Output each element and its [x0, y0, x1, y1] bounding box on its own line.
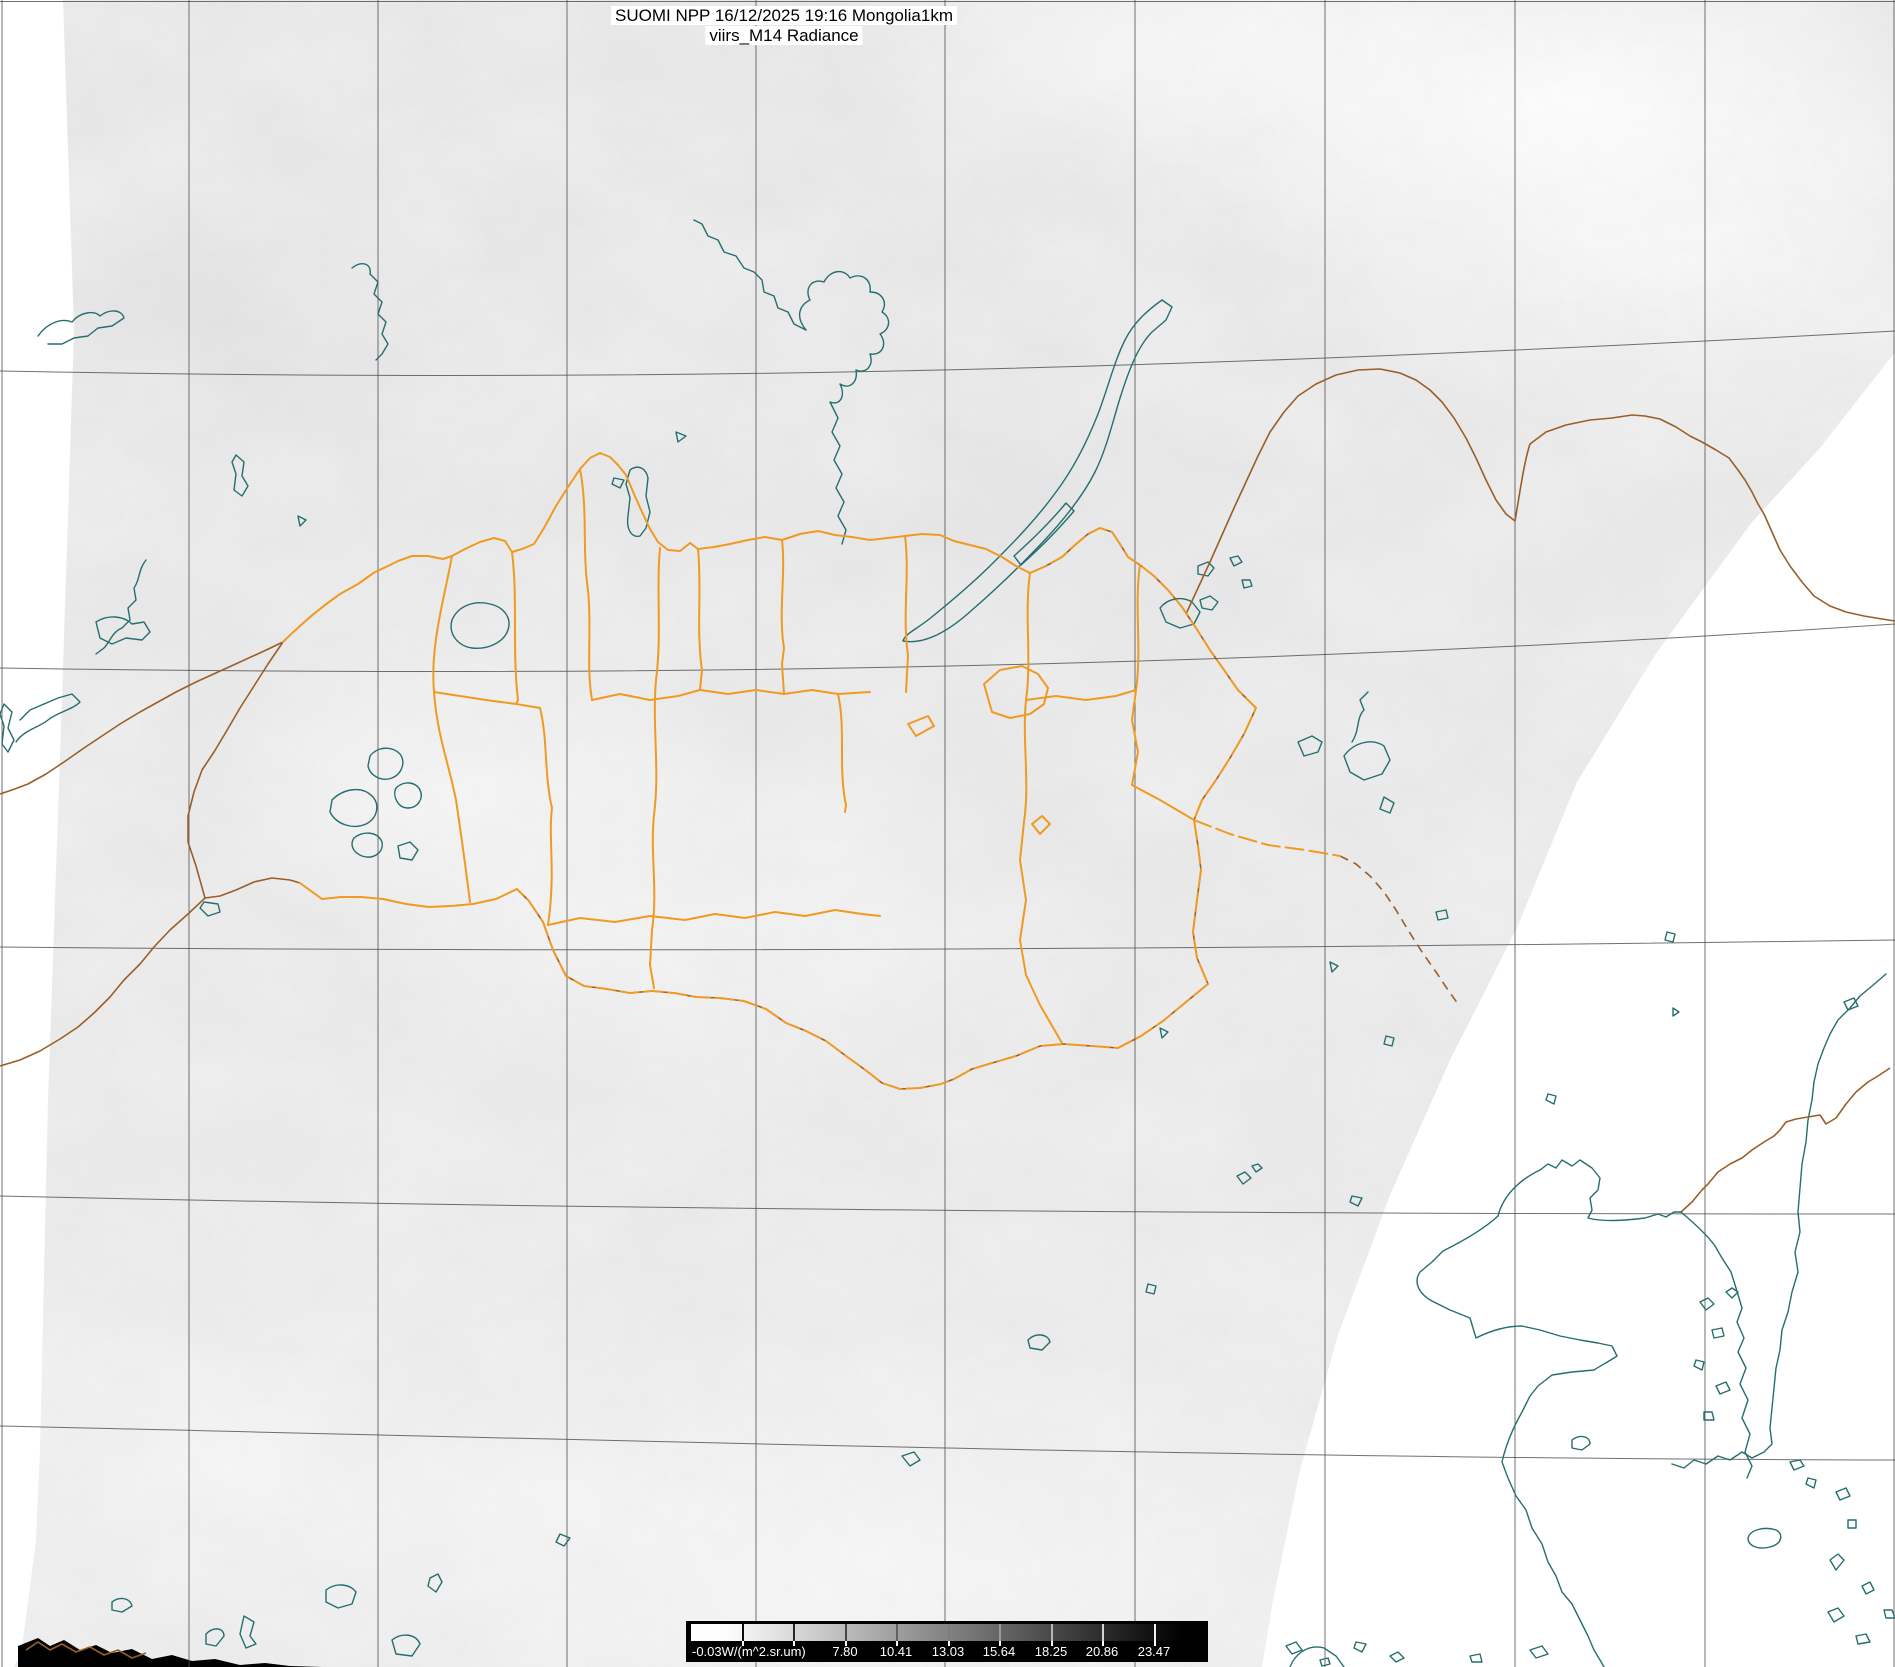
colorbar-gradient — [691, 1624, 1203, 1641]
colorbar-tick-label: 7.80 — [832, 1644, 857, 1659]
colorbar-unit-label: -0.03W/(m^2.sr.um) — [692, 1644, 806, 1659]
colorbar-tick-label: 13.03 — [932, 1644, 965, 1659]
colorbar-tick-label: 10.41 — [880, 1644, 913, 1659]
colorbar-tick-label: 23.47 — [1138, 1644, 1171, 1659]
map-title: SUOMI NPP 16/12/2025 19:16 Mongolia1km — [611, 6, 957, 25]
colorbar-labels: -0.03W/(m^2.sr.um) 7.80 10.41 13.03 15.6… — [686, 1643, 1208, 1661]
colorbar: -0.03W/(m^2.sr.um) 7.80 10.41 13.03 15.6… — [686, 1621, 1208, 1662]
map-overlay-svg — [0, 0, 1895, 1667]
map-subtitle: viirs_M14 Radiance — [705, 26, 862, 45]
satellite-map-view: SUOMI NPP 16/12/2025 19:16 Mongolia1km v… — [0, 0, 1895, 1667]
colorbar-tick-label: 18.25 — [1035, 1644, 1068, 1659]
colorbar-tick-label: 20.86 — [1086, 1644, 1119, 1659]
colorbar-tick-label: 15.64 — [983, 1644, 1016, 1659]
